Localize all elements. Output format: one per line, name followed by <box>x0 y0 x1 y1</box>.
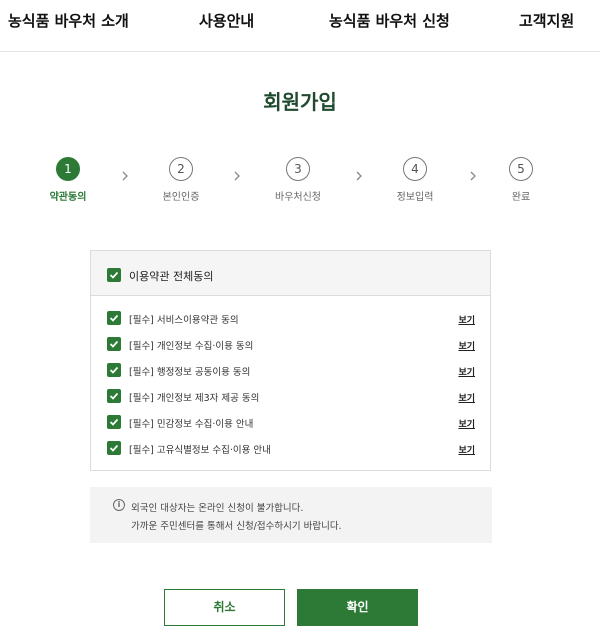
check-icon <box>109 314 119 322</box>
check-icon <box>109 444 119 452</box>
step-complete: 5 완료 <box>486 157 556 203</box>
term-checkbox[interactable] <box>107 311 121 325</box>
step-number: 2 <box>169 157 193 181</box>
view-link[interactable]: 보기 <box>458 417 475 430</box>
term-label: [필수] 고유식별정보 수집·이용 안내 <box>129 445 271 456</box>
term-checkbox[interactable] <box>107 389 121 403</box>
term-row-sensitive-info: [필수] 민감정보 수집·이용 안내 보기 <box>91 413 490 431</box>
step-label: 본인인증 <box>162 192 200 203</box>
term-checkbox[interactable] <box>107 441 121 455</box>
chevron-right-icon <box>122 171 128 181</box>
check-icon <box>109 392 119 400</box>
notice-line-1: 외국인 대상자는 온라인 신청이 불가합니다. <box>131 503 304 514</box>
term-row-unique-id: [필수] 고유식별정보 수집·이용 안내 보기 <box>91 439 490 457</box>
check-icon <box>109 271 119 279</box>
term-label: [필수] 개인정보 수집·이용 동의 <box>129 341 254 352</box>
term-row-service: [필수] 서비스이용약관 동의 보기 <box>91 309 490 327</box>
term-checkbox[interactable] <box>107 337 121 351</box>
terms-agreement-box: 이용약관 전체동의 [필수] 서비스이용약관 동의 보기 [필수] 개인정보 수… <box>90 250 491 471</box>
notice-line-2: 가까운 주민센터를 통해서 신청/접수하시기 바랍니다. <box>131 521 342 532</box>
term-row-admin-info: [필수] 행정정보 공동이용 동의 보기 <box>91 361 490 379</box>
page-title: 회원가입 <box>263 90 337 114</box>
view-link[interactable]: 보기 <box>458 391 475 404</box>
step-number: 1 <box>56 157 80 181</box>
term-checkbox[interactable] <box>107 363 121 377</box>
step-number: 3 <box>286 157 310 181</box>
step-terms-agreement: 1 약관동의 <box>33 157 103 203</box>
step-voucher-application: 3 바우처신청 <box>263 157 333 203</box>
term-label: [필수] 행정정보 공동이용 동의 <box>129 367 251 378</box>
top-navigation: 농식품 바우처 소개 사용안내 농식품 바우처 신청 고객지원 <box>0 0 600 52</box>
chevron-right-icon <box>470 171 476 181</box>
term-row-third-party: [필수] 개인정보 제3자 제공 동의 보기 <box>91 387 490 405</box>
step-label: 약관동의 <box>49 192 87 203</box>
check-icon <box>109 366 119 374</box>
agree-all-row[interactable]: 이용약관 전체동의 <box>91 251 490 296</box>
nav-usage-guide[interactable]: 사용안내 <box>199 10 254 31</box>
view-link[interactable]: 보기 <box>458 443 475 456</box>
agree-all-checkbox[interactable] <box>107 268 121 282</box>
notice-box: i 외국인 대상자는 온라인 신청이 불가합니다. 가까운 주민센터를 통해서 … <box>90 487 492 543</box>
agree-all-label: 이용약관 전체동의 <box>129 270 214 283</box>
chevron-right-icon <box>234 171 240 181</box>
step-identity-verification: 2 본인인증 <box>146 157 216 203</box>
term-label: [필수] 개인정보 제3자 제공 동의 <box>129 393 260 404</box>
nav-voucher-apply[interactable]: 농식품 바우처 신청 <box>329 10 450 31</box>
check-icon <box>109 340 119 348</box>
check-icon <box>109 418 119 426</box>
chevron-right-icon <box>356 171 362 181</box>
view-link[interactable]: 보기 <box>458 313 475 326</box>
term-label: [필수] 민감정보 수집·이용 안내 <box>129 419 254 430</box>
step-number: 4 <box>403 157 427 181</box>
term-label: [필수] 서비스이용약관 동의 <box>129 315 239 326</box>
term-checkbox[interactable] <box>107 415 121 429</box>
step-info-input: 4 정보입력 <box>380 157 450 203</box>
info-icon: i <box>113 499 125 511</box>
nav-customer-support[interactable]: 고객지원 <box>519 10 574 31</box>
step-label: 완료 <box>511 192 531 203</box>
step-number: 5 <box>509 157 533 181</box>
step-label: 정보입력 <box>396 192 434 203</box>
view-link[interactable]: 보기 <box>458 365 475 378</box>
view-link[interactable]: 보기 <box>458 339 475 352</box>
step-label: 바우처신청 <box>275 192 321 203</box>
confirm-button[interactable]: 확인 <box>297 589 418 626</box>
cancel-button[interactable]: 취소 <box>164 589 285 626</box>
term-row-privacy: [필수] 개인정보 수집·이용 동의 보기 <box>91 335 490 353</box>
nav-voucher-intro[interactable]: 농식품 바우처 소개 <box>8 10 129 31</box>
